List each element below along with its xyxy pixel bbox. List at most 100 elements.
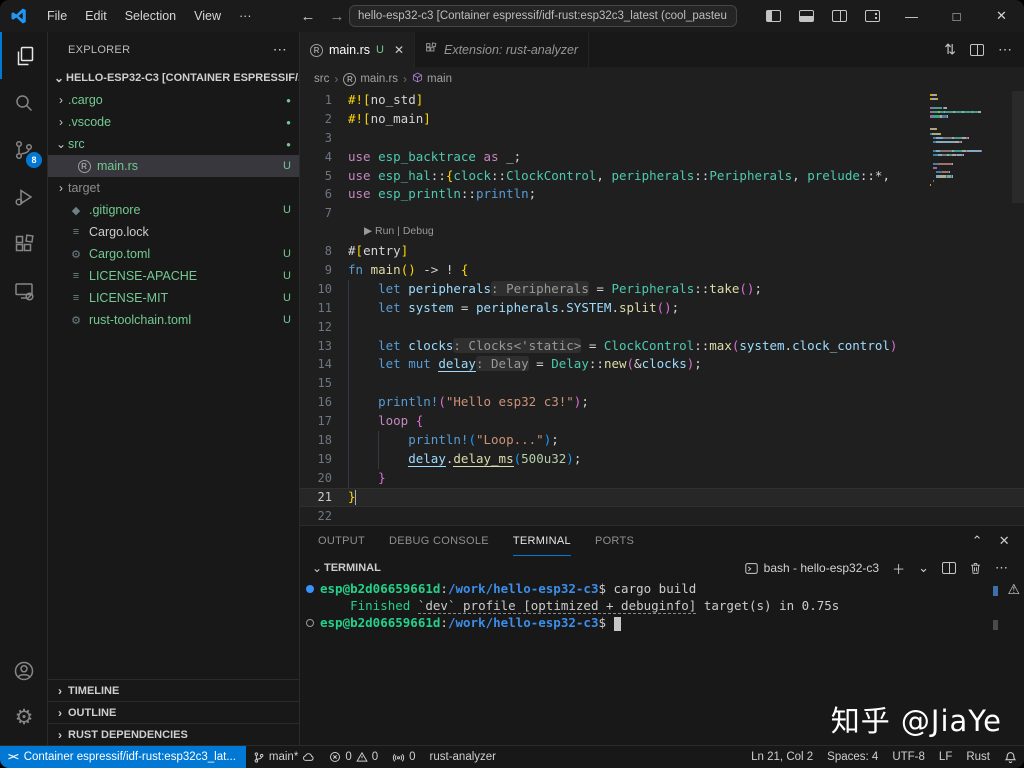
terminal-line[interactable]: esp@b2d06659661d:/work/hello-esp32-c3$ c… (300, 580, 1024, 597)
panel-tab-debug-console[interactable]: DEBUG CONSOLE (389, 526, 489, 556)
menu-edit[interactable]: Edit (76, 5, 116, 27)
panel-tab-terminal[interactable]: TERMINAL (513, 526, 571, 556)
explorer-item-license-mit[interactable]: ≡LICENSE-MITU (48, 287, 299, 309)
terminal-shell-label[interactable]: bash - hello-esp32-c3 (745, 561, 879, 575)
code-line-1[interactable]: 1#![no_std] (300, 91, 1024, 110)
menu-file[interactable]: File (38, 5, 76, 27)
explorer-item--gitignore[interactable]: ◆.gitignoreU (48, 199, 299, 221)
explorer-item-cargo-lock[interactable]: ≡Cargo.lock (48, 221, 299, 243)
minimap[interactable] (930, 94, 1012, 192)
split-terminal-icon[interactable] (942, 562, 956, 574)
code-line-3[interactable]: 3 (300, 129, 1024, 148)
explorer-item-rust-toolchain-toml[interactable]: ⚙rust-toolchain.tomlU (48, 309, 299, 331)
code-line-22[interactable]: 22 (300, 507, 1024, 525)
problems-status[interactable]: 0 0 (322, 746, 385, 768)
account-icon[interactable] (0, 647, 48, 694)
close-button[interactable]: ✕ (979, 0, 1024, 32)
editor-scrollbar[interactable] (1012, 91, 1024, 203)
explorer-more-icon[interactable]: ⋯ (273, 41, 287, 58)
explorer-item-cargo-toml[interactable]: ⚙Cargo.tomlU (48, 243, 299, 265)
terminal-more-icon[interactable]: ⋯ (995, 560, 1008, 576)
remote-indicator[interactable]: >< Container espressif/idf-rust:esp32c3_… (0, 746, 246, 768)
eol-status[interactable]: LF (932, 746, 959, 768)
code-line-2[interactable]: 2#![no_main] (300, 110, 1024, 129)
panel-close-icon[interactable]: ✕ (999, 533, 1010, 549)
run-debug-activity-icon[interactable] (0, 173, 48, 220)
code-line-9[interactable]: 9fn main() -> ! { (300, 261, 1024, 280)
panel-tab-output[interactable]: OUTPUT (318, 526, 365, 556)
code-line-8[interactable]: 8#[entry] (300, 242, 1024, 261)
search-activity-icon[interactable] (0, 79, 48, 126)
explorer-activity-icon[interactable] (0, 32, 48, 79)
customize-layout-icon[interactable] (865, 10, 880, 22)
chevron-down-icon[interactable]: ⌄ (310, 561, 324, 575)
section-timeline[interactable]: ›TIMELINE (48, 679, 299, 701)
close-tab-icon[interactable]: ✕ (394, 43, 404, 57)
tab-extension-rust-analyzer[interactable]: Extension: rust-analyzer (415, 32, 589, 67)
maximize-button[interactable]: □ (934, 0, 979, 32)
code-line-18[interactable]: 18 println!("Loop..."); (300, 431, 1024, 450)
breadcrumb[interactable]: src›Rmain.rs›main (300, 67, 1024, 91)
git-branch-status[interactable]: main* (246, 746, 322, 768)
kill-terminal-trash-icon[interactable] (969, 561, 982, 575)
editor-more-icon[interactable]: ⋯ (998, 41, 1012, 58)
codelens-run-debug[interactable]: ▶ Run | Debug (300, 223, 1024, 242)
new-terminal-icon[interactable]: ＋ (892, 559, 905, 578)
remote-explorer-activity-icon[interactable] (0, 267, 48, 314)
indentation-status[interactable]: Spaces: 4 (820, 746, 885, 768)
code-line-6[interactable]: 6use esp_println::println; (300, 185, 1024, 204)
explorer-item-main-rs[interactable]: Rmain.rsU (48, 155, 299, 177)
terminal-line[interactable]: esp@b2d06659661d:/work/hello-esp32-c3$ (300, 614, 1024, 631)
code-line-16[interactable]: 16 println!("Hello esp32 c3!"); (300, 393, 1024, 412)
code-line-4[interactable]: 4use esp_backtrace as _; (300, 148, 1024, 167)
ports-status[interactable]: 0 (385, 746, 422, 768)
breadcrumb-main[interactable]: main (412, 72, 452, 86)
code-editor[interactable]: 1#![no_std]2#![no_main]34use esp_backtra… (300, 91, 1024, 525)
panel-collapse-icon[interactable]: ⌃ (972, 533, 983, 549)
code-line-20[interactable]: 20 } (300, 469, 1024, 488)
cursor-position-status[interactable]: Ln 21, Col 2 (744, 746, 820, 768)
notifications-bell-icon[interactable] (997, 746, 1024, 768)
terminal-dropdown-icon[interactable]: ⌄ (918, 560, 929, 576)
section-rust-dependencies[interactable]: ›RUST DEPENDENCIES (48, 723, 299, 745)
explorer-item--cargo[interactable]: ›.cargo● (48, 89, 299, 111)
toggle-secondary-sidebar-icon[interactable] (832, 10, 847, 22)
extensions-activity-icon[interactable] (0, 220, 48, 267)
language-mode-status[interactable]: Rust (959, 746, 997, 768)
code-line-10[interactable]: 10 let peripherals: Peripherals = Periph… (300, 280, 1024, 299)
explorer-item-src[interactable]: ⌄src● (48, 133, 299, 155)
command-center-search[interactable]: hello-esp32-c3 [Container espressif/idf-… (349, 5, 737, 27)
panel-tab-ports[interactable]: PORTS (595, 526, 634, 556)
section-outline[interactable]: ›OUTLINE (48, 701, 299, 723)
menu-view[interactable]: View (185, 5, 230, 27)
code-line-15[interactable]: 15 (300, 374, 1024, 393)
menu-selection[interactable]: Selection (116, 5, 185, 27)
nav-back-icon[interactable]: ← (301, 8, 316, 25)
nav-forward-icon[interactable]: → (330, 8, 345, 25)
warning-triangle-icon[interactable]: ⚠ (1007, 582, 1020, 598)
menu-[interactable]: ··· (230, 5, 261, 27)
settings-gear-icon[interactable]: ⚙ (0, 694, 48, 741)
explorer-root-folder[interactable]: ⌄ HELLO-ESP32-C3 [CONTAINER ESPRESSIF/..… (48, 67, 299, 89)
source-control-activity-icon[interactable]: 8 (0, 126, 48, 173)
breadcrumb-main-rs[interactable]: Rmain.rs (343, 73, 398, 86)
toggle-sidebar-icon[interactable] (766, 10, 781, 22)
open-changes-icon[interactable]: ⇅ (944, 41, 956, 58)
code-line-13[interactable]: 13 let clocks: Clocks<'static> = ClockCo… (300, 337, 1024, 356)
code-line-12[interactable]: 12 (300, 318, 1024, 337)
tab-main-rs[interactable]: Rmain.rsU✕ (300, 32, 415, 67)
code-line-11[interactable]: 11 let system = peripherals.SYSTEM.split… (300, 299, 1024, 318)
code-line-17[interactable]: 17 loop { (300, 412, 1024, 431)
rust-analyzer-status[interactable]: rust-analyzer (423, 746, 503, 768)
code-line-5[interactable]: 5use esp_hal::{clock::ClockControl, peri… (300, 167, 1024, 186)
code-line-19[interactable]: 19 delay.delay_ms(500u32); (300, 450, 1024, 469)
code-line-21[interactable]: 21} (300, 488, 1024, 507)
terminal-line[interactable]: Finished `dev` profile [optimized + debu… (300, 597, 1024, 614)
code-line-7[interactable]: 7 (300, 204, 1024, 223)
explorer-item-target[interactable]: ›target (48, 177, 299, 199)
toggle-panel-icon[interactable] (799, 10, 814, 22)
encoding-status[interactable]: UTF-8 (885, 746, 932, 768)
breadcrumb-src[interactable]: src (314, 73, 329, 85)
split-editor-icon[interactable] (970, 44, 984, 56)
explorer-item--vscode[interactable]: ›.vscode● (48, 111, 299, 133)
